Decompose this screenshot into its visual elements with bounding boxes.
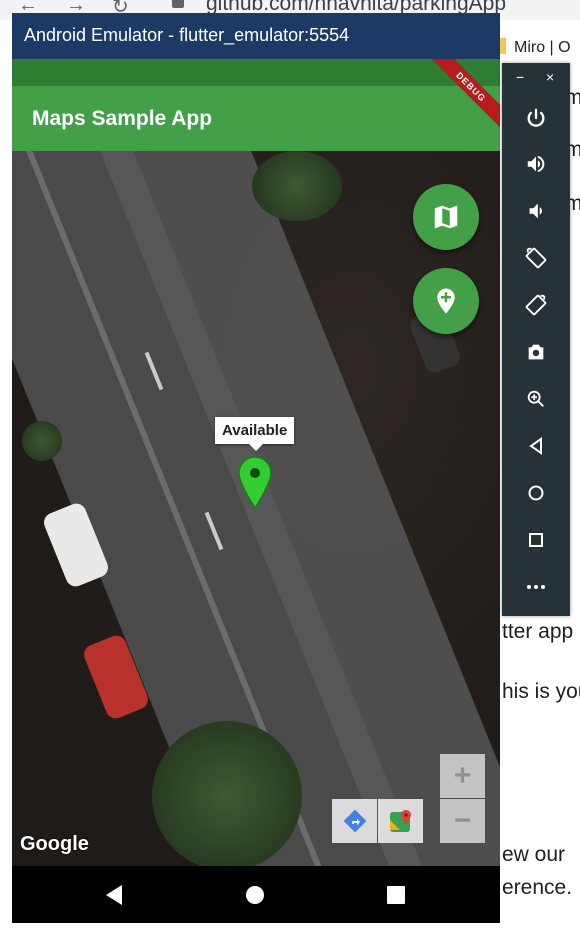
directions-button[interactable] — [332, 799, 377, 843]
home-icon — [528, 485, 544, 501]
app-title: Maps Sample App — [32, 107, 213, 130]
side-back-button[interactable] — [519, 429, 553, 463]
back-icon — [529, 437, 542, 455]
home-icon — [246, 885, 264, 904]
emulator-titlebar[interactable]: Android Emulator - flutter_emulator:5554 — [12, 13, 500, 59]
app-bar: Maps Sample App — [12, 86, 500, 151]
page-text-line: ew our — [502, 843, 566, 866]
close-button[interactable]: × — [546, 69, 554, 85]
zoom-icon — [527, 390, 544, 407]
page-text-line: erence. — [502, 876, 573, 899]
volume-down-icon — [529, 203, 542, 219]
emulator-side-toolbar: − × — [502, 63, 570, 616]
debug-banner: DEBUG — [430, 59, 500, 129]
zoom-in-button[interactable]: + — [440, 754, 485, 798]
page-text-line: tter app — [502, 620, 574, 643]
side-home-button[interactable] — [519, 476, 553, 510]
debug-banner-container: DEBUG — [430, 59, 500, 129]
bookmark-label: Miro | O — [514, 39, 571, 56]
marker-info-window[interactable]: Available — [215, 417, 295, 451]
volume-up-button[interactable] — [519, 147, 553, 181]
directions-icon — [343, 809, 366, 833]
parking-marker-icon[interactable] — [238, 456, 272, 510]
bookmark-miro[interactable]: Miro | O — [490, 38, 571, 57]
side-overview-button[interactable] — [519, 523, 553, 557]
emulator-title: Android Emulator - flutter_emulator:5554 — [24, 25, 350, 45]
camera-icon — [528, 344, 544, 360]
screenshot-button[interactable] — [519, 335, 553, 369]
zoom-out-button[interactable]: − — [440, 799, 485, 843]
google-map[interactable]: Available Google + − — [12, 151, 500, 866]
nav-recents-button[interactable] — [366, 866, 426, 923]
rotate-right-button[interactable] — [519, 288, 553, 322]
side-toolbar-header: − × — [502, 63, 570, 93]
google-maps-icon — [389, 810, 411, 832]
volume-down-button[interactable] — [519, 194, 553, 228]
nav-back-button[interactable] — [84, 866, 144, 923]
nav-home-button[interactable] — [225, 866, 285, 923]
map-tree — [152, 721, 302, 866]
rotate-left-button[interactable] — [519, 241, 553, 275]
page-text-line: his is you — [502, 680, 580, 703]
map-tree — [252, 151, 342, 221]
power-button[interactable] — [519, 101, 553, 135]
overview-icon — [529, 533, 543, 547]
minimize-button[interactable]: − — [516, 69, 524, 85]
google-logo: Google — [20, 833, 89, 855]
android-status-bar — [12, 59, 500, 86]
map-icon — [434, 205, 458, 229]
lock-icon — [172, 0, 184, 8]
open-in-maps-button[interactable] — [378, 799, 423, 843]
more-icon — [527, 585, 545, 589]
power-icon — [527, 108, 545, 127]
back-icon — [106, 884, 122, 905]
volume-up-icon — [527, 155, 545, 173]
add-location-icon — [437, 288, 455, 314]
rotate-right-icon — [525, 294, 547, 316]
zoom-button[interactable] — [519, 382, 553, 416]
map-type-button[interactable] — [413, 184, 479, 250]
rotate-left-icon — [525, 247, 547, 269]
recents-icon — [387, 885, 405, 904]
emulator-window: Android Emulator - flutter_emulator:5554… — [12, 13, 500, 923]
add-marker-button[interactable] — [413, 268, 479, 334]
android-nav-bar — [12, 866, 500, 923]
map-tree — [22, 421, 62, 461]
more-options-button[interactable] — [519, 570, 553, 604]
